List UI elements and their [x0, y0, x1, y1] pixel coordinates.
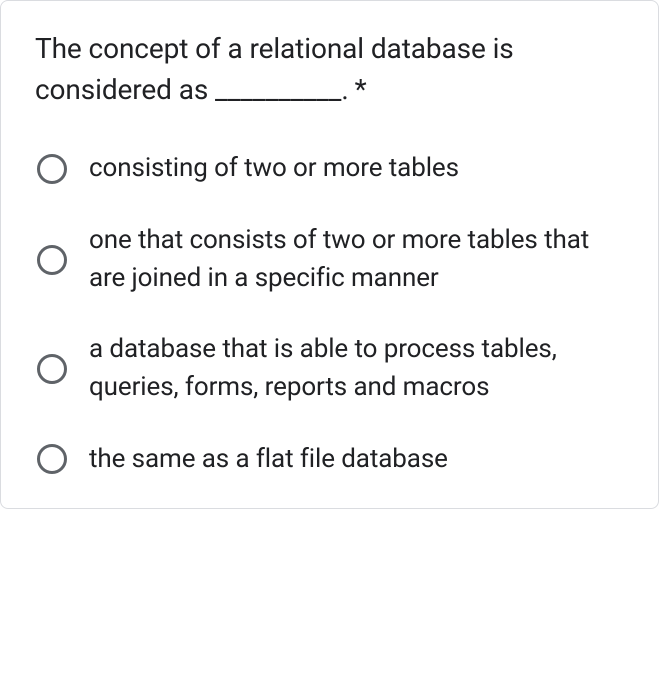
radio-icon	[37, 444, 67, 474]
option-3-label: a database that is able to process table…	[89, 331, 624, 406]
radio-icon	[37, 245, 67, 275]
question-text: The concept of a relational database is …	[35, 29, 624, 110]
option-1-label: consisting of two or more tables	[89, 150, 459, 188]
required-asterisk: *	[355, 73, 367, 106]
radio-icon	[37, 154, 67, 184]
question-card: The concept of a relational database is …	[0, 0, 659, 509]
option-1[interactable]: consisting of two or more tables	[37, 150, 624, 188]
option-4[interactable]: the same as a flat file database	[37, 441, 624, 479]
question-dot: .	[341, 73, 348, 106]
options-group: consisting of two or more tables one tha…	[35, 150, 624, 490]
option-3[interactable]: a database that is able to process table…	[37, 331, 624, 406]
radio-icon	[37, 354, 67, 384]
blank-line: __________	[215, 73, 341, 106]
option-2[interactable]: one that consists of two or more tables …	[37, 222, 624, 297]
option-4-label: the same as a flat file database	[89, 441, 448, 479]
option-2-label: one that consists of two or more tables …	[89, 222, 624, 297]
